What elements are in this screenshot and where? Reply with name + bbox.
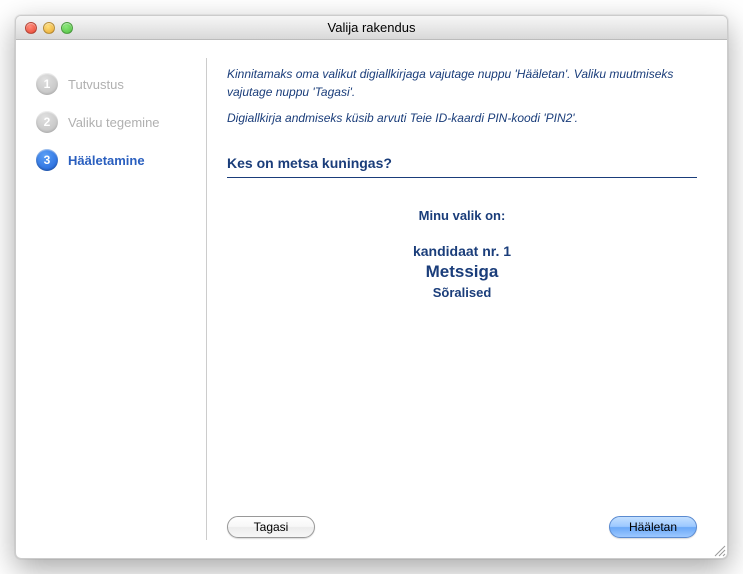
content: 1 Tutvustus 2 Valiku tegemine 3 Hääletam… — [16, 40, 727, 558]
sidebar-step-choice: 2 Valiku tegemine — [36, 103, 206, 141]
candidate-name: Metssiga — [227, 262, 697, 282]
sidebar: 1 Tutvustus 2 Valiku tegemine 3 Hääletam… — [16, 40, 206, 558]
step-label: Hääletamine — [68, 153, 145, 168]
selection-block: Minu valik on: kandidaat nr. 1 Metssiga … — [227, 208, 697, 300]
vote-button[interactable]: Hääletan — [609, 516, 697, 538]
instruction-line-2: Digiallkirja andmiseks küsib arvuti Teie… — [227, 109, 697, 127]
titlebar: Valija rakendus — [16, 16, 727, 40]
footer-bar: Tagasi Hääletan — [227, 506, 697, 538]
sidebar-step-intro: 1 Tutvustus — [36, 65, 206, 103]
step-label: Tutvustus — [68, 77, 124, 92]
zoom-icon[interactable] — [61, 22, 73, 34]
main-panel: Kinnitamaks oma valikut digiallkirjaga v… — [207, 40, 727, 558]
sidebar-step-vote: 3 Hääletamine — [36, 141, 206, 179]
candidate-number: kandidaat nr. 1 — [227, 243, 697, 259]
step-number-icon: 2 — [36, 111, 58, 133]
back-button[interactable]: Tagasi — [227, 516, 315, 538]
minimize-icon[interactable] — [43, 22, 55, 34]
step-number-icon: 3 — [36, 149, 58, 171]
app-window: Valija rakendus 1 Tutvustus 2 Valiku teg… — [15, 15, 728, 559]
question-heading: Kes on metsa kuningas? — [227, 155, 697, 171]
traffic-lights — [25, 22, 73, 34]
window-title: Valija rakendus — [16, 20, 727, 35]
close-icon[interactable] — [25, 22, 37, 34]
instructions: Kinnitamaks oma valikut digiallkirjaga v… — [227, 65, 697, 135]
candidate-party: Sõralised — [227, 285, 697, 300]
step-label: Valiku tegemine — [68, 115, 160, 130]
instruction-line-1: Kinnitamaks oma valikut digiallkirjaga v… — [227, 65, 697, 101]
horizontal-rule — [227, 177, 697, 178]
selection-lead: Minu valik on: — [227, 208, 697, 223]
resize-grip-icon[interactable] — [712, 543, 726, 557]
step-number-icon: 1 — [36, 73, 58, 95]
